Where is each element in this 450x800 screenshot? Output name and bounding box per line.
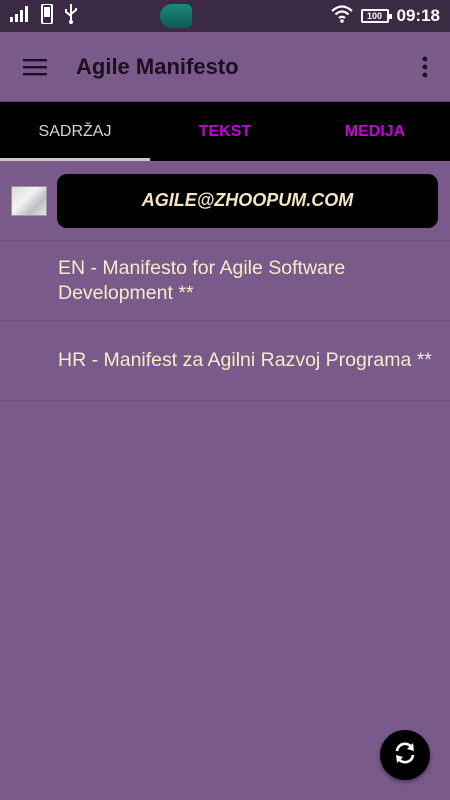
wifi-icon [330,4,353,28]
tab-tekst[interactable]: TEKST [150,102,300,161]
tab-bar: SADRŽAJ TEKST MEDIJA [0,102,450,161]
app-bar: Agile Manifesto [0,32,450,102]
list-item-en-manifesto[interactable]: EN - Manifesto for Agile Software Develo… [0,241,450,321]
tab-label: MEDIJA [344,122,406,140]
more-vert-icon[interactable] [400,32,450,102]
list-item-hr-manifesto[interactable]: HR - Manifest za Agilni Razvoj Programa … [0,321,450,401]
email-row: AGILE@ZHOOPUM.COM [0,161,450,241]
status-bar: 100 09:18 [0,0,450,32]
tab-medija[interactable]: MEDIJA [300,102,450,161]
battery-level: 100 [367,11,383,21]
refresh-icon [392,740,418,771]
content-list: AGILE@ZHOOPUM.COM EN - Manifesto for Agi… [0,161,450,401]
email-button[interactable]: AGILE@ZHOOPUM.COM [57,173,438,228]
tab-sadrzaj[interactable]: SADRŽAJ [0,102,150,161]
page-title: Agile Manifesto [76,53,239,79]
usb-icon [64,3,78,29]
list-item-label: HR - Manifest za Agilni Razvoj Programa … [58,349,432,371]
battery-icon: 100 [360,9,392,23]
signal-icon [10,5,30,27]
thumbnail-image [11,185,47,216]
tab-label: SADRŽAJ [38,122,112,140]
hamburger-icon[interactable] [0,32,70,102]
tab-label: TEKST [198,122,252,140]
phone-icon [40,2,54,29]
status-time: 09:18 [396,6,440,25]
list-item-label: EN - Manifesto for Agile Software Develo… [58,256,346,304]
refresh-button[interactable] [380,730,430,780]
notification-indicator [160,4,192,28]
